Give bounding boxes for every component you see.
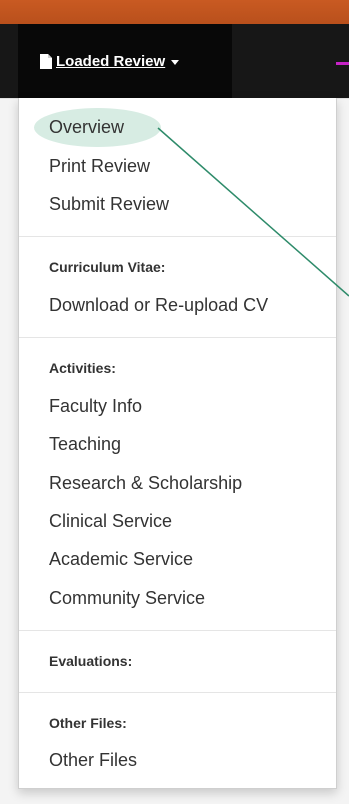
menu-item-clinical-service[interactable]: Clinical Service (49, 510, 172, 532)
menu-divider (19, 692, 336, 693)
menu-item-print-review[interactable]: Print Review (49, 155, 150, 177)
caret-down-icon (171, 59, 180, 65)
other-files-header: Other Files: (49, 715, 127, 731)
loaded-review-label: Loaded Review (56, 52, 166, 70)
file-icon (40, 53, 52, 69)
menu-item-other-files[interactable]: Other Files (49, 749, 137, 771)
menu-item-faculty-info[interactable]: Faculty Info (49, 395, 142, 417)
menu-item-academic-service[interactable]: Academic Service (49, 548, 193, 570)
evaluations-header: Evaluations: (49, 653, 133, 669)
menu-item-overview[interactable]: Overview (49, 116, 124, 138)
menu-item-teaching[interactable]: Teaching (49, 433, 121, 455)
menu-item-submit-review[interactable]: Submit Review (49, 193, 169, 215)
review-dropdown-menu: Overview Print Review Submit Review Curr… (18, 98, 337, 789)
menu-divider (19, 630, 336, 631)
menu-divider (19, 337, 336, 338)
menu-item-community-service[interactable]: Community Service (49, 587, 205, 609)
top-banner (0, 0, 349, 24)
menu-item-research-scholarship[interactable]: Research & Scholarship (49, 472, 242, 494)
menu-divider (19, 236, 336, 237)
loaded-review-dropdown-toggle[interactable]: Loaded Review (18, 24, 232, 98)
activities-header: Activities: (49, 360, 116, 376)
menu-item-download-cv[interactable]: Download or Re-upload CV (49, 294, 268, 316)
navbar: Loaded Review (0, 24, 349, 98)
curriculum-vitae-header: Curriculum Vitae: (49, 259, 166, 275)
nav-accent-bar (336, 62, 349, 65)
